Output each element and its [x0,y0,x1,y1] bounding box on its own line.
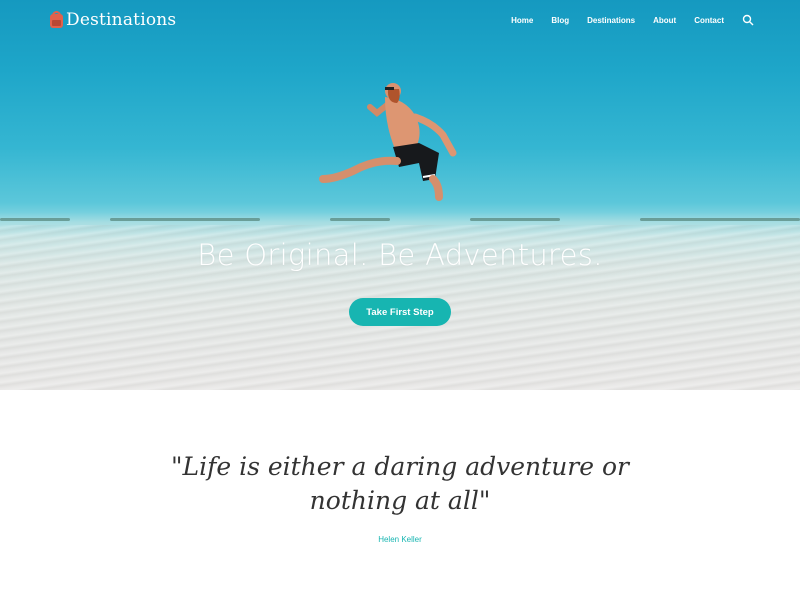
search-icon[interactable] [742,14,754,26]
nav-home[interactable]: Home [511,16,533,25]
top-navbar: Destinations Home Blog Destinations Abou… [0,0,800,42]
jumping-man-image [319,83,457,201]
take-first-step-button[interactable]: Take First Step [349,298,451,326]
hero-section [0,0,800,390]
quote-author: Helen Keller [378,535,422,544]
site-name: Destinations [66,10,177,30]
nav-blog[interactable]: Blog [551,16,569,25]
main-nav: Home Blog Destinations About Contact [493,14,754,26]
horizon-island [0,218,70,221]
site-logo[interactable]: Destinations [49,10,176,30]
nav-destinations[interactable]: Destinations [587,16,635,25]
horizon-island [470,218,560,221]
backpack-icon [50,11,63,28]
horizon-island [640,218,800,221]
horizon-island [330,218,390,221]
quote-section: "Life is either a daring adventure or no… [0,390,800,600]
hero-headline: Be Original. Be Adventures. [197,238,603,272]
nav-contact[interactable]: Contact [694,16,724,25]
horizon-island [110,218,260,221]
nav-about[interactable]: About [653,16,676,25]
quote-text: "Life is either a daring adventure or no… [0,450,800,518]
quote-line-1: "Life is either a daring adventure or [170,452,630,481]
quote-line-2: nothing at all" [309,486,491,515]
